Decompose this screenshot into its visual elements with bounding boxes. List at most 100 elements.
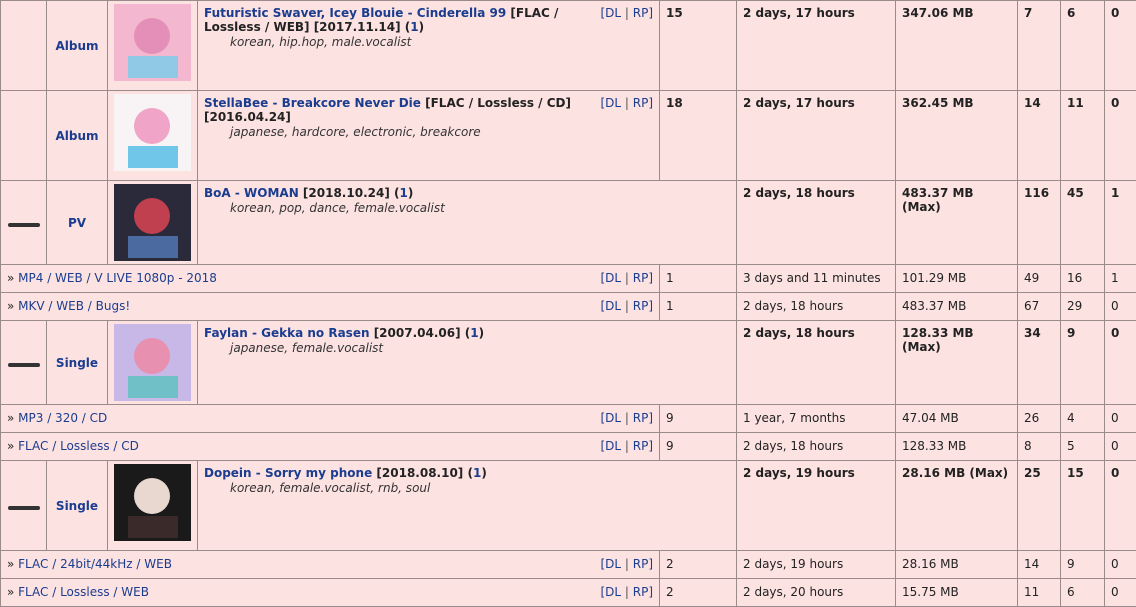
seeders: 15 (1061, 461, 1105, 551)
report-link[interactable]: RP (633, 96, 649, 110)
title-suffix: [2018.10.24] ( (299, 186, 400, 200)
tag-list[interactable]: japanese, hardcore, electronic, breakcor… (230, 125, 653, 139)
leechers: 0 (1105, 551, 1136, 579)
file-count: 1 (660, 265, 737, 293)
title-link[interactable]: Cinderella 99 (417, 6, 506, 20)
edition-count[interactable]: 1 (470, 326, 478, 340)
report-link[interactable]: RP (633, 439, 649, 453)
edition-info: [DL | RP]» FLAC / 24bit/44kHz / WEB (1, 551, 660, 579)
artist-link[interactable]: StellaBee (204, 96, 268, 110)
edition-row: [DL | RP]» MKV / WEB / Bugs!12 days, 18 … (1, 293, 1136, 321)
size: 483.37 MB (896, 293, 1018, 321)
edition-info: [DL | RP]» MP3 / 320 / CD (1, 405, 660, 433)
report-link[interactable]: RP (633, 6, 649, 20)
edition-link[interactable]: FLAC / 24bit/44kHz / WEB (18, 557, 172, 571)
edition-count[interactable]: 1 (399, 186, 407, 200)
seeders: 4 (1061, 405, 1105, 433)
time-added: 3 days and 11 minutes (737, 265, 896, 293)
collapse-cell (1, 181, 47, 265)
file-count: 9 (660, 433, 737, 461)
group-row: Album[DL | RP]Futuristic Swaver, Icey Bl… (1, 1, 1136, 91)
collapse-cell (1, 91, 47, 181)
cover-cell (108, 321, 198, 405)
report-link[interactable]: RP (633, 271, 649, 285)
separator: | (621, 557, 633, 571)
title-separator: - (252, 466, 265, 480)
cover-cell (108, 181, 198, 265)
edition-link[interactable]: MKV / WEB / Bugs! (18, 299, 130, 313)
tag-list[interactable]: korean, hip.hop, male.vocalist (230, 35, 653, 49)
artist-link[interactable]: Faylan (204, 326, 248, 340)
file-count: 2 (660, 551, 737, 579)
collapse-toggle-icon[interactable] (8, 363, 40, 367)
edition-link[interactable]: MP4 / WEB / V LIVE 1080p - 2018 (18, 271, 217, 285)
file-count: 18 (660, 91, 737, 181)
collapse-toggle-icon[interactable] (8, 506, 40, 510)
seeders: 9 (1061, 551, 1105, 579)
time-added: 2 days, 17 hours (737, 91, 896, 181)
snatches: 116 (1018, 181, 1061, 265)
download-link[interactable]: DL (605, 96, 621, 110)
dl-rp-links: [DL | RP] (600, 299, 653, 313)
edition-row: [DL | RP]» FLAC / Lossless / WEB22 days,… (1, 579, 1136, 607)
seeders: 29 (1061, 293, 1105, 321)
download-link[interactable]: DL (605, 439, 621, 453)
title-link[interactable]: Gekka no Rasen (261, 326, 369, 340)
category: PV (47, 181, 108, 265)
snatches: 34 (1018, 321, 1061, 405)
collapse-toggle-icon[interactable] (8, 223, 40, 227)
download-link[interactable]: DL (605, 299, 621, 313)
edition-link[interactable]: FLAC / Lossless / CD (18, 439, 139, 453)
tag-list[interactable]: japanese, female.vocalist (230, 341, 730, 355)
title-link[interactable]: WOMAN (244, 186, 299, 200)
download-link[interactable]: DL (605, 557, 621, 571)
cover-image (114, 4, 191, 81)
artist-link[interactable]: BoA (204, 186, 231, 200)
artist-link[interactable]: Futuristic Swaver, Icey Blouie (204, 6, 403, 20)
group-row: SingleFaylan - Gekka no Rasen [2007.04.0… (1, 321, 1136, 405)
size: 28.16 MB (Max) (896, 461, 1018, 551)
leechers: 1 (1105, 265, 1136, 293)
title-link[interactable]: Breakcore Never Die (282, 96, 421, 110)
tag-list[interactable]: korean, pop, dance, female.vocalist (230, 201, 730, 215)
title-suffix: [2018.08.10] ( (372, 466, 473, 480)
arrow-icon: » (7, 411, 18, 425)
download-link[interactable]: DL (605, 585, 621, 599)
time-added: 2 days, 18 hours (737, 181, 896, 265)
snatches: 14 (1018, 91, 1061, 181)
snatches: 25 (1018, 461, 1061, 551)
group-row: PV BoA - WOMAN [2018.10.24] (1)korean, po… (1, 181, 1136, 265)
cover-cell (108, 91, 198, 181)
edition-link[interactable]: MP3 / 320 / CD (18, 411, 107, 425)
group-title: Futuristic Swaver, Icey Blouie - Cindere… (204, 6, 653, 34)
edition-info: [DL | RP]» FLAC / Lossless / CD (1, 433, 660, 461)
group-info: Faylan - Gekka no Rasen [2007.04.06] (1)… (198, 321, 737, 405)
category: Album (47, 91, 108, 181)
edition-link[interactable]: FLAC / Lossless / WEB (18, 585, 149, 599)
seeders: 16 (1061, 265, 1105, 293)
group-info: [DL | RP]Futuristic Swaver, Icey Blouie … (198, 1, 660, 91)
dl-rp-links: [DL | RP] (600, 585, 653, 599)
seeders: 11 (1061, 91, 1105, 181)
snatches: 8 (1018, 433, 1061, 461)
size: 15.75 MB (896, 579, 1018, 607)
download-link[interactable]: DL (605, 411, 621, 425)
edition-count[interactable]: 1 (410, 20, 418, 34)
download-link[interactable]: DL (605, 271, 621, 285)
edition-row: [DL | RP]» FLAC / 24bit/44kHz / WEB22 da… (1, 551, 1136, 579)
title-link[interactable]: Sorry my phone (265, 466, 372, 480)
report-link[interactable]: RP (633, 585, 649, 599)
report-link[interactable]: RP (633, 299, 649, 313)
download-link[interactable]: DL (605, 6, 621, 20)
title-close: ) (419, 20, 424, 34)
time-added: 1 year, 7 months (737, 405, 896, 433)
report-link[interactable]: RP (633, 557, 649, 571)
report-link[interactable]: RP (633, 411, 649, 425)
tag-list[interactable]: korean, female.vocalist, rnb, soul (230, 481, 730, 495)
dl-rp-links: [DL | RP] (600, 6, 653, 20)
size: 483.37 MB (Max) (896, 181, 1018, 265)
artist-link[interactable]: Dopein (204, 466, 252, 480)
group-info: BoA - WOMAN [2018.10.24] (1)korean, pop,… (198, 181, 737, 265)
time-added: 2 days, 19 hours (737, 551, 896, 579)
seeders: 5 (1061, 433, 1105, 461)
